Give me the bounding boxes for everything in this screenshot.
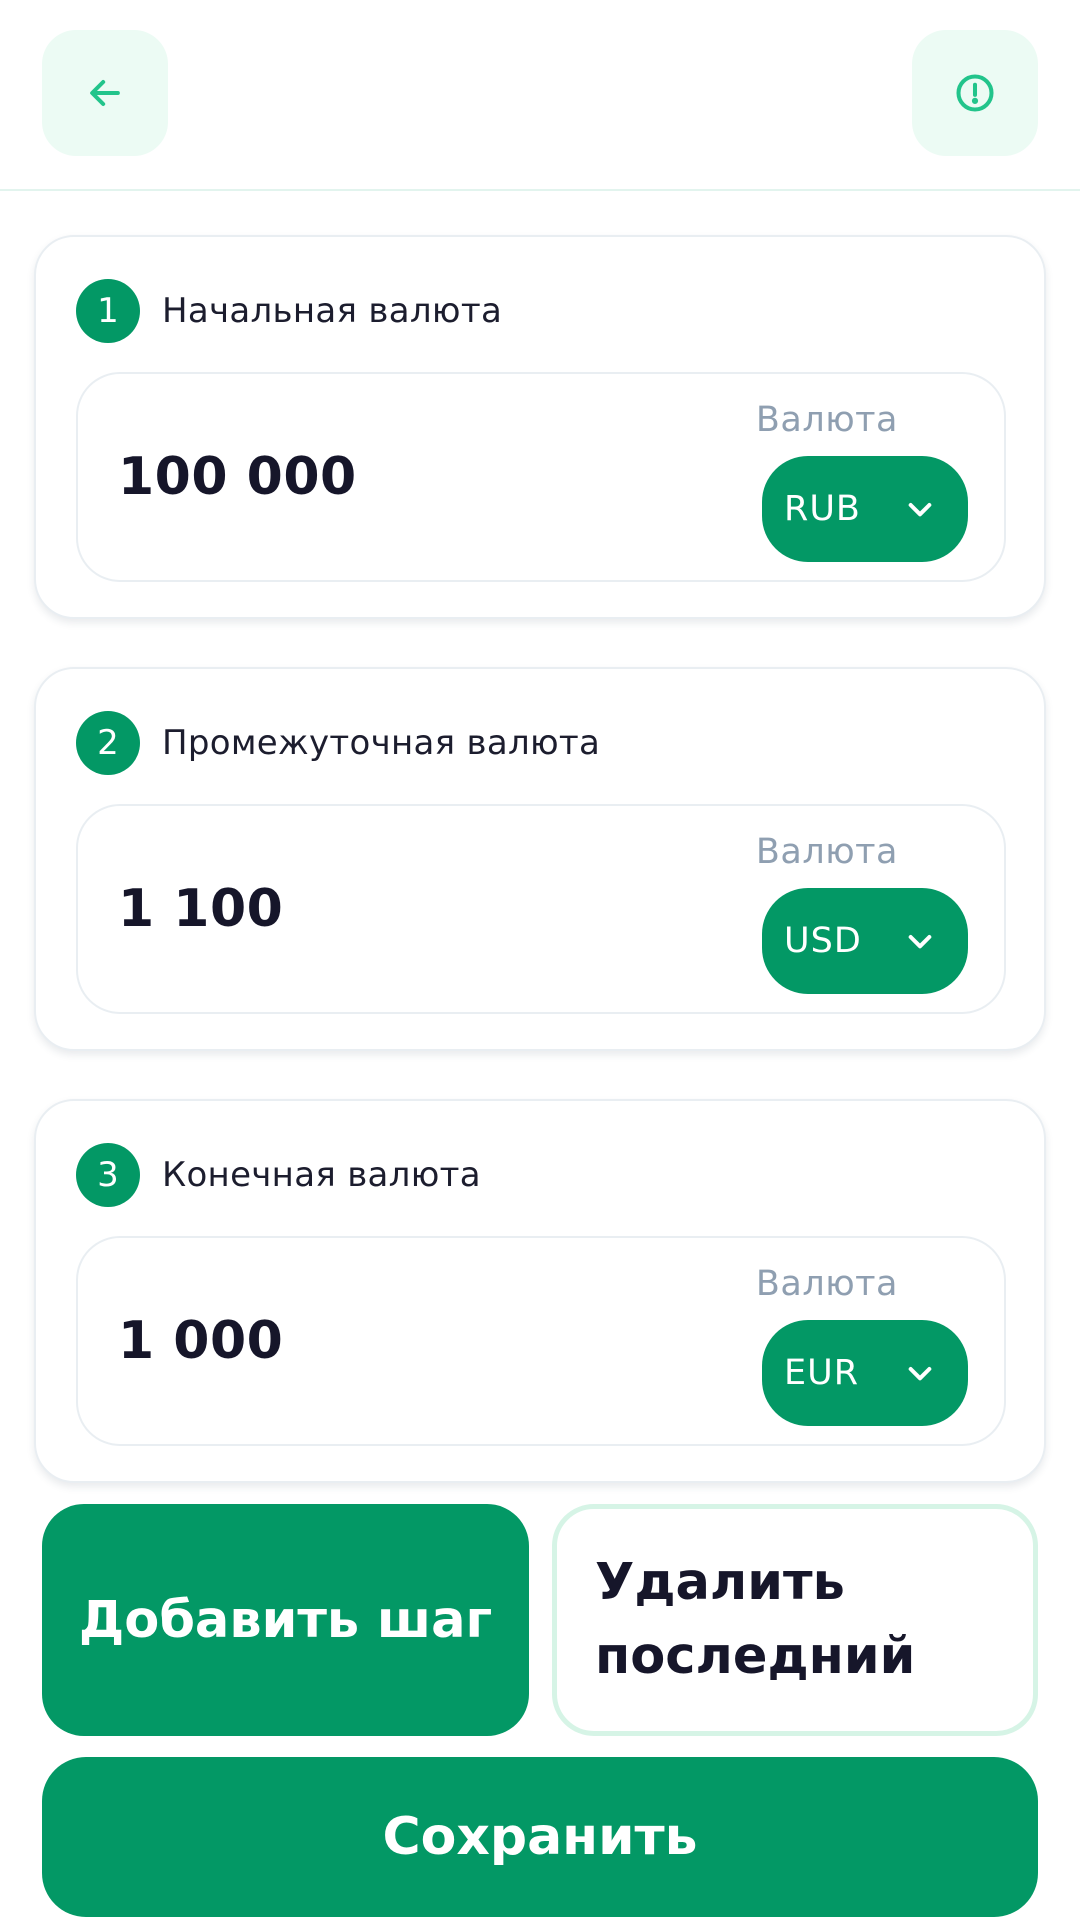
step-number-badge: 3: [76, 1143, 140, 1207]
add-step-button[interactable]: Добавить шаг: [42, 1504, 529, 1736]
step-number-badge: 2: [76, 711, 140, 775]
amount-value[interactable]: 100 000: [118, 447, 357, 507]
remove-last-button[interactable]: Удалить последний: [552, 1504, 1038, 1736]
currency-label: Валюта: [755, 1264, 898, 1304]
chevron-down-icon: [908, 935, 932, 949]
currency-select[interactable]: USD: [762, 888, 968, 994]
amount-value[interactable]: 1 100: [118, 879, 283, 939]
step-title: Промежуточная валюта: [162, 723, 601, 763]
step-card-2: 2 Промежуточная валюта 1 100 Валюта USD: [34, 667, 1046, 1051]
currency-code: RUB: [784, 489, 861, 529]
save-button[interactable]: Сохранить: [42, 1757, 1038, 1917]
currency-chain-screen: 1 Начальная валюта 100 000 Валюта RUB 2 …: [0, 0, 1080, 1920]
step-header: 3 Конечная валюта: [76, 1143, 481, 1207]
amount-field[interactable]: 100 000 Валюта RUB: [76, 372, 1006, 582]
remove-last-label: Удалить последний: [595, 1553, 916, 1686]
step-header: 1 Начальная валюта: [76, 279, 502, 343]
step-card-3: 3 Конечная валюта 1 000 Валюта EUR: [34, 1099, 1046, 1483]
info-button[interactable]: [912, 30, 1038, 156]
step-title: Начальная валюта: [162, 291, 503, 331]
step-number-badge: 1: [76, 279, 140, 343]
chevron-down-icon: [908, 1367, 932, 1381]
currency-select[interactable]: RUB: [762, 456, 968, 562]
amount-value[interactable]: 1 000: [118, 1311, 283, 1371]
currency-code: EUR: [784, 1353, 860, 1393]
currency-code: USD: [784, 921, 862, 961]
currency-label: Валюта: [755, 832, 898, 872]
currency-select[interactable]: EUR: [762, 1320, 968, 1426]
amount-field[interactable]: 1 100 Валюта USD: [76, 804, 1006, 1014]
top-bar: [0, 0, 1080, 191]
step-header: 2 Промежуточная валюта: [76, 711, 600, 775]
amount-field[interactable]: 1 000 Валюта EUR: [76, 1236, 1006, 1446]
arrow-left-icon: [90, 79, 120, 107]
back-button[interactable]: [42, 30, 168, 156]
step-title: Конечная валюта: [162, 1155, 481, 1195]
alert-circle-icon: [956, 74, 994, 112]
step-card-1: 1 Начальная валюта 100 000 Валюта RUB: [34, 235, 1046, 619]
chevron-down-icon: [908, 503, 932, 517]
currency-label: Валюта: [755, 400, 898, 440]
